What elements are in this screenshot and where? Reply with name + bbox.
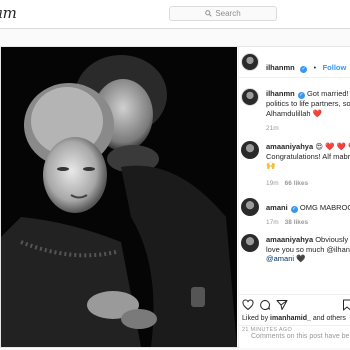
comment-meta: 21m [266, 125, 279, 132]
comment-text: amaaniyahya 😍 ❤️ ❤️ ❤️ Congratulations! … [266, 142, 350, 171]
follow-button[interactable]: Follow [323, 63, 347, 72]
comment-time[interactable]: 19m [266, 180, 279, 187]
comment-line: 🙌 [266, 161, 276, 170]
instagram-logo[interactable]: am [0, 4, 17, 22]
comment-line: OMG MABROOK!! [299, 203, 350, 212]
comment-meta: 19m 66 likes [266, 180, 308, 187]
comment-likes[interactable]: 66 likes [285, 180, 309, 187]
comment-line: Congratulations! Alf mabroo [266, 151, 350, 161]
avatar[interactable] [241, 88, 259, 106]
verified-badge-icon: ✓ [300, 66, 308, 73]
search-icon [205, 10, 212, 17]
comment-icon[interactable] [259, 299, 271, 311]
top-nav: am Search [0, 0, 350, 29]
comment-username[interactable]: amani [266, 203, 288, 212]
verified-badge-icon: ✓ [290, 206, 298, 213]
avatar[interactable] [241, 234, 259, 252]
caption-line: Got married! Fro [306, 89, 350, 98]
caption-text: ilhanmn ✓ Got married! Fro politics to l… [266, 89, 350, 118]
liked-by: Liked by imanhamid_ and others [242, 315, 346, 322]
liked-by-user[interactable]: imanhamid_ [270, 315, 311, 322]
post-card: ilhanmn ✓ • Follow ilhanmn ✓ Got married… [0, 46, 350, 348]
comment-text: amani ✓ OMG MABROOK!! [266, 203, 350, 213]
comment-meta: 17m 38 likes [266, 219, 308, 226]
comment-line: Obviously [315, 235, 349, 244]
comment-username[interactable]: amaaniyahya [266, 142, 313, 151]
post-header: ilhanmn ✓ • Follow [239, 47, 350, 78]
post-side-panel: ilhanmn ✓ • Follow ilhanmn ✓ Got married… [238, 47, 350, 348]
comment-time[interactable]: 21m [266, 125, 279, 132]
comments-list[interactable]: ilhanmn ✓ Got married! Fro politics to l… [239, 78, 350, 294]
comment-likes[interactable]: 38 likes [285, 219, 309, 226]
liked-by-prefix: Liked by [242, 315, 271, 322]
comments-disabled-text: Comments on this post have be [251, 333, 350, 340]
share-icon[interactable] [276, 299, 288, 311]
comment-time[interactable]: 17m [266, 219, 279, 226]
avatar[interactable] [241, 198, 259, 216]
comment-text: amaaniyahya Obviously love you so much @… [266, 235, 350, 264]
caption-line: Alhamdulillah ❤️ [266, 108, 323, 118]
post-username[interactable]: ilhanmn [266, 63, 295, 72]
comment-username[interactable]: amaaniyahya [266, 235, 313, 244]
search-placeholder: Search [215, 9, 241, 18]
separator-dot: • [313, 65, 317, 72]
avatar[interactable] [241, 141, 259, 159]
heart-icon[interactable] [242, 299, 254, 311]
verified-badge-icon: ✓ [297, 92, 305, 99]
comment-username[interactable]: ilhanmn [266, 89, 295, 98]
search-input[interactable]: Search [169, 6, 277, 21]
liked-by-suffix[interactable]: and others [311, 315, 346, 322]
comment-line[interactable]: @amani 🖤 [266, 254, 305, 263]
bookmark-icon[interactable] [341, 299, 350, 311]
avatar[interactable] [241, 53, 259, 71]
add-comment-area: Comments on this post have be [239, 325, 350, 348]
caption-line: politics to life partners, so b [266, 99, 350, 108]
comment-line: love you so much @ilhanmn [266, 244, 350, 254]
comment-line: 😍 ❤️ ❤️ ❤️ [315, 142, 350, 151]
post-photo-image [1, 47, 237, 347]
post-photo[interactable] [1, 47, 237, 347]
